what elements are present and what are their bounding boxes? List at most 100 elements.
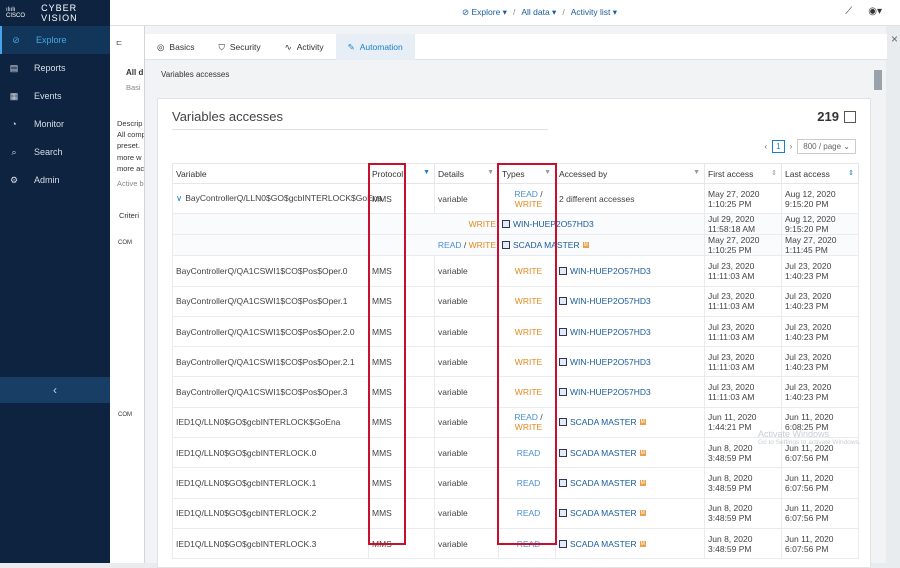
bg-descr: Descrip: [117, 119, 143, 128]
type-write: WRITE: [468, 240, 496, 251]
nav-item-explore[interactable]: ⊘ Explore: [0, 26, 110, 54]
nav-item-search[interactable]: ⌕ Search: [0, 138, 110, 166]
last-access-cell: Aug 12, 2020 9:15:20 PM: [781, 213, 859, 236]
background-panel: ⊏ All d Basi Descrip All comp preset. mo…: [110, 26, 144, 563]
nav-label: Monitor: [34, 119, 65, 129]
panel-subtitle: Variables accesses: [161, 70, 230, 79]
accessed-by-value[interactable]: SCADA MASTER: [570, 417, 637, 427]
column-header-first-access[interactable]: First access ⇕: [704, 163, 782, 184]
accessed-by-value[interactable]: SCADA MASTER: [570, 539, 637, 549]
logo: ılıılı CISCO CYBER VISION: [0, 0, 110, 26]
all-data-dropdown[interactable]: All data ▾: [521, 7, 556, 18]
user-avatar-icon[interactable]: ◉▾: [868, 6, 882, 17]
column-label: Details: [438, 168, 464, 179]
activity-icon: ∿: [284, 41, 292, 52]
first-access-cell: May 27, 2020 1:10:25 PM: [704, 234, 782, 257]
variable-name: BayControllerQ/QA1CSWI1$CO$Pos$Oper.3: [176, 387, 348, 398]
product-name: CYBER VISION: [41, 3, 78, 23]
last-access-cell: May 27, 2020 1:11:45 PM: [781, 234, 859, 257]
bg-com2: COM: [118, 412, 132, 418]
details-cell: variable: [434, 497, 499, 529]
accessed-by-cell: SCADA MASTER M: [555, 467, 705, 499]
detail-panel: ◎ Basics ⛉ Security ∿ Activity ✎ Automation × V…: [144, 26, 898, 568]
first-access-cell: Jul 23, 2020 11:11:03 AM: [704, 346, 782, 378]
accessed-by-value[interactable]: SCADA MASTER: [570, 478, 637, 488]
tab-label: Security: [229, 42, 261, 52]
explore-dropdown[interactable]: ⊘ Explore ▾: [462, 7, 507, 18]
scrollbar[interactable]: [874, 70, 882, 90]
page-size-select[interactable]: 800 / page ⌄: [797, 139, 856, 154]
nav-menu: ⊘ Explore ▤ Reports ▦ Events ◔ Monitor ⌕ Search ⚙ A…: [0, 26, 110, 194]
sort-icon[interactable]: ⇕: [771, 169, 777, 177]
accessed-by-cell: WIN-HUEP2O57HD3: [555, 285, 705, 317]
column-label: First access: [708, 168, 754, 179]
variable-name: BayControllerQ/LLN0$GO$gcbINTERLOCK$GoEn…: [185, 193, 383, 204]
nav-item-monitor[interactable]: ◔ Monitor: [0, 110, 110, 138]
nav-item-events[interactable]: ▦ Events: [0, 82, 110, 110]
filter-icon[interactable]: ▼: [693, 169, 700, 176]
top-bar: ⊘ Explore ▾ / All data ▾ / Activity list…: [110, 0, 900, 26]
accessed-by-value[interactable]: WIN-HUEP2O57HD3: [570, 357, 651, 367]
pagination: ‹ 1 › 800 / page ⌄: [764, 139, 856, 154]
chevron-down-icon[interactable]: ∨: [176, 193, 182, 203]
device-icon: [559, 509, 567, 518]
sort-icon[interactable]: ⇕: [848, 169, 854, 177]
close-icon[interactable]: ×: [891, 32, 898, 46]
types-cell: READ / WRITE: [172, 234, 499, 257]
chart-icon[interactable]: ⟋: [845, 6, 852, 17]
column-header-details[interactable]: Details ▼: [434, 163, 499, 184]
first-access-cell: Jun 8, 2020 3:48:59 PM: [704, 467, 782, 499]
last-access-cell: Jul 23, 2020 1:40:23 PM: [781, 255, 859, 287]
accessed-by-value[interactable]: WIN-HUEP2O57HD3: [570, 387, 651, 397]
details-cell: variable: [434, 315, 499, 348]
last-access-cell: Jun 11, 2020 6:07:56 PM: [781, 467, 859, 499]
shield-icon: ⛉: [218, 41, 225, 52]
bg-com1: COM: [118, 240, 132, 246]
variable-name: IED1Q/LLN0$GO$gcbINTERLOCK.1: [176, 478, 317, 489]
first-access-cell: Jul 23, 2020 11:11:03 AM: [704, 285, 782, 317]
current-page[interactable]: 1: [772, 140, 785, 153]
nav-item-reports[interactable]: ▤ Reports: [0, 54, 110, 82]
tab-bar: ◎ Basics ⛉ Security ∿ Activity ✎ Automation: [145, 34, 887, 60]
prev-page-icon[interactable]: ‹: [764, 142, 767, 151]
calendar-icon: ▦: [9, 90, 19, 101]
accessed-by-cell: SCADA MASTER M: [555, 497, 705, 529]
variable-name: BayControllerQ/QA1CSWI1$CO$Pos$Oper.1: [176, 296, 348, 307]
filter-icon[interactable]: ▼: [423, 169, 430, 176]
variable-cell: IED1Q/LLN0$GO$gcbINTERLOCK.2: [172, 497, 369, 529]
details-cell: variable: [434, 346, 499, 378]
windows-watermark: Activate Windows Go to Settings to activ…: [758, 429, 861, 446]
accessed-by-value: 2 different accesses: [559, 193, 635, 204]
accessed-by-value[interactable]: WIN-HUEP2O57HD3: [570, 327, 651, 337]
accessed-by-value[interactable]: WIN-HUEP2O57HD3: [570, 296, 651, 306]
first-access-cell: May 27, 2020 1:10:25 PM: [704, 182, 782, 215]
accessed-by-value[interactable]: SCADA MASTER: [570, 448, 637, 458]
filter-icon[interactable]: ▼: [487, 169, 494, 176]
tab-security[interactable]: ⛉ Security: [206, 34, 272, 60]
column-header-last-access[interactable]: Last access ⇕: [781, 163, 859, 184]
column-header-accessed-by[interactable]: Accessed by ▼: [555, 163, 705, 184]
gear-icon: ⚙: [9, 174, 19, 185]
last-access-cell: Jul 23, 2020 1:40:23 PM: [781, 285, 859, 317]
accessed-by-value[interactable]: SCADA MASTER: [570, 508, 637, 518]
tab-automation[interactable]: ✎ Automation: [335, 34, 415, 60]
activity-list-dropdown[interactable]: Activity list ▾: [571, 7, 617, 18]
column-label: Last access: [785, 168, 830, 179]
tab-activity[interactable]: ∿ Activity: [273, 34, 336, 60]
variable-cell: IED1Q/LLN0$GO$gcbINTERLOCK.0: [172, 437, 369, 469]
accessed-by-cell: SCADA MASTER M: [555, 437, 705, 469]
tab-basics[interactable]: ◎ Basics: [145, 34, 206, 60]
type-read: READ: [437, 240, 462, 251]
grid-view-icon[interactable]: [844, 110, 856, 123]
device-icon: [559, 479, 567, 488]
next-page-icon[interactable]: ›: [790, 142, 793, 151]
accessed-by-value[interactable]: WIN-HUEP2O57HD3: [570, 266, 651, 276]
nav-item-admin[interactable]: ⚙ Admin: [0, 166, 110, 194]
collapse-sidebar-button[interactable]: ‹: [0, 377, 110, 403]
bg-allcom: All comp: [117, 130, 144, 139]
monitor-icon: ◔: [11, 119, 17, 129]
last-access-cell: Jun 11, 2020 6:07:56 PM: [781, 497, 859, 529]
back-icon[interactable]: ⊏: [116, 38, 122, 47]
column-header-variable[interactable]: Variable: [172, 163, 369, 184]
last-access-cell: Jul 23, 2020 1:40:23 PM: [781, 376, 859, 408]
